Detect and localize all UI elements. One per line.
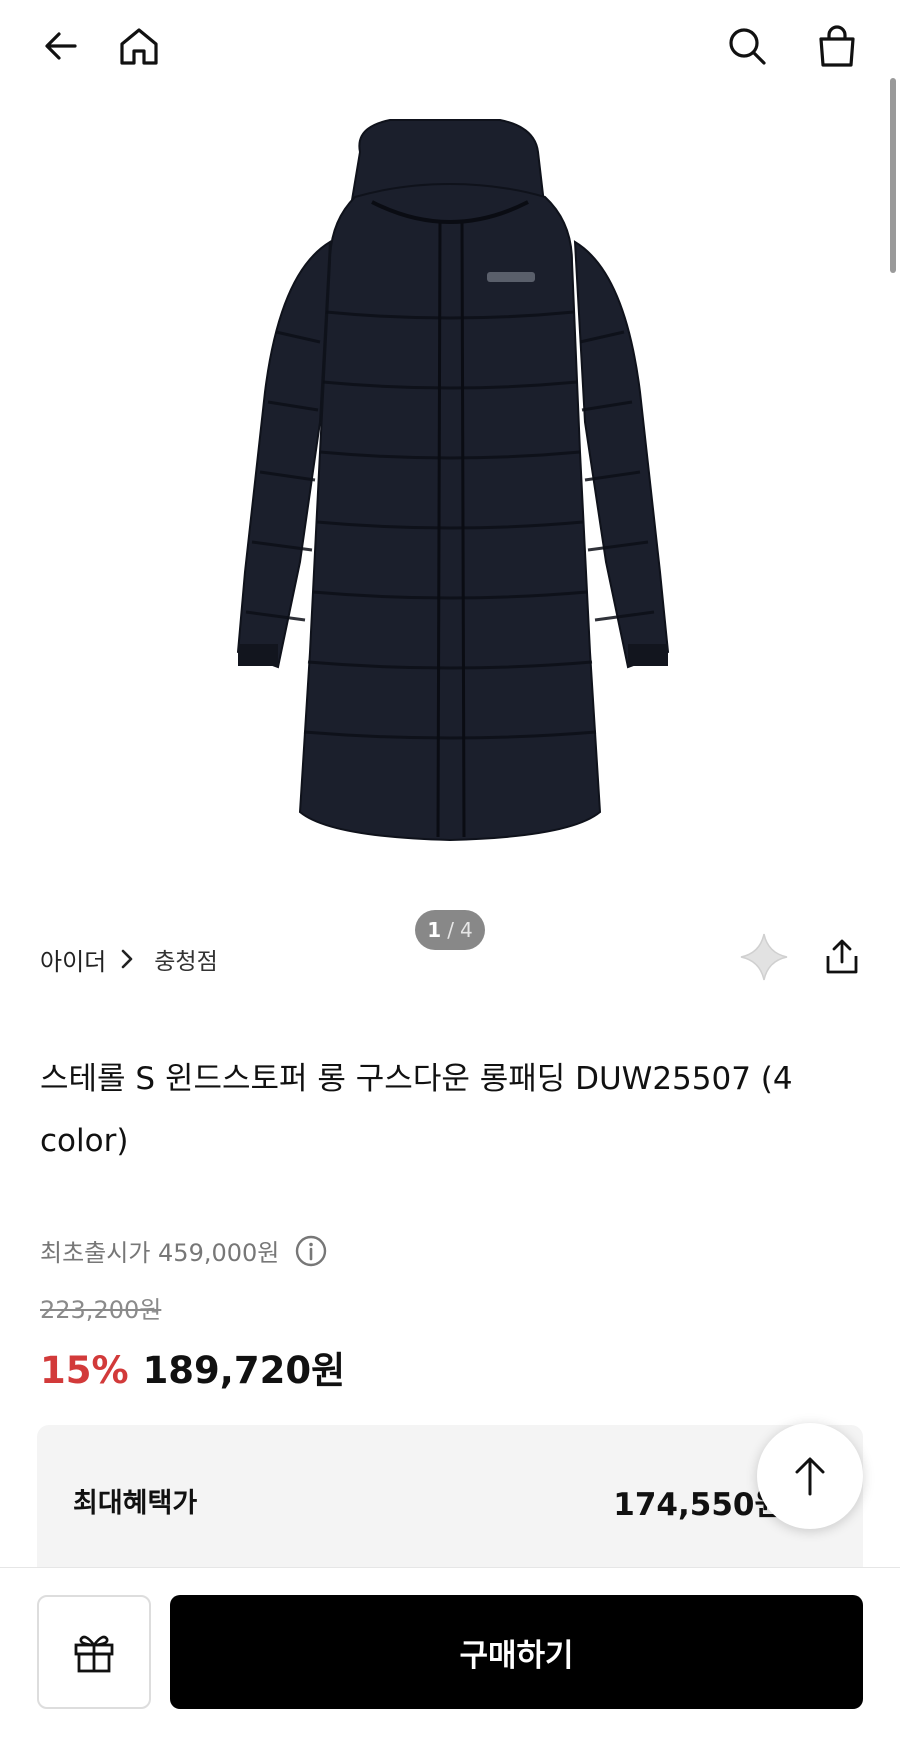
sale-price-row: 15% 189,720원 bbox=[40, 1340, 345, 1394]
wishlist-button[interactable] bbox=[738, 931, 790, 983]
sparkle-icon bbox=[740, 933, 788, 981]
top-bar bbox=[0, 0, 900, 92]
buy-button[interactable]: 구매하기 bbox=[170, 1595, 863, 1709]
sale-price: 189,720원 bbox=[142, 1349, 346, 1392]
original-price-row: 최초출시가 459,000원 bbox=[40, 1233, 327, 1268]
product-detail-page: 1 / 4 아이더 충청점 스테롤 S 윈드스토퍼 롱 구스다운 롱패딩 DUW… bbox=[0, 0, 900, 1741]
product-image-carousel[interactable]: 1 / 4 bbox=[0, 92, 900, 950]
max-benefit-label: 최대혜택가 bbox=[73, 1488, 198, 1519]
arrow-up-icon bbox=[795, 1457, 825, 1496]
info-icon bbox=[296, 1235, 327, 1266]
shopping-bag-icon bbox=[819, 25, 855, 67]
product-image bbox=[236, 119, 670, 842]
brand-actions bbox=[738, 931, 860, 983]
info-button[interactable] bbox=[295, 1235, 327, 1267]
scroll-top-button[interactable] bbox=[757, 1423, 863, 1529]
original-price-label: 최초출시가 459,000원 bbox=[40, 1239, 280, 1267]
discount-rate: 15% bbox=[40, 1349, 129, 1392]
list-price: 223,200원 bbox=[40, 1296, 162, 1324]
gift-button[interactable] bbox=[37, 1595, 151, 1709]
chevron-right-icon bbox=[120, 948, 134, 970]
brand-row: 아이더 충청점 bbox=[40, 933, 860, 983]
search-icon bbox=[729, 28, 766, 65]
cart-button[interactable] bbox=[809, 18, 865, 74]
store-link[interactable]: 충청점 bbox=[154, 942, 217, 976]
home-icon bbox=[120, 28, 158, 65]
product-title: 스테롤 S 윈드스토퍼 롱 구스다운 롱패딩 DUW25507 (4 color… bbox=[40, 1061, 793, 1159]
gift-icon bbox=[74, 1635, 114, 1673]
brand-link[interactable]: 아이더 bbox=[40, 942, 106, 977]
back-button[interactable] bbox=[33, 18, 89, 74]
max-benefit-box[interactable]: 최대혜택가 174,550원 bbox=[37, 1425, 863, 1585]
search-button[interactable] bbox=[719, 18, 775, 74]
share-button[interactable] bbox=[824, 938, 860, 976]
bottom-action-bar: 구매하기 bbox=[0, 1567, 900, 1741]
home-button[interactable] bbox=[111, 18, 167, 74]
arrow-left-icon bbox=[45, 32, 77, 60]
share-icon bbox=[826, 939, 858, 974]
